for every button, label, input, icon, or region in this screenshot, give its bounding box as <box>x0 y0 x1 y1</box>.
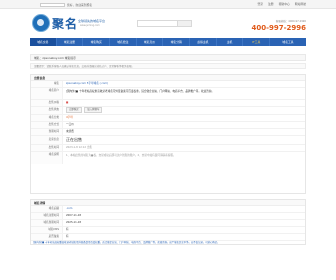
row-label: 域名 <box>31 81 63 87</box>
notes-value: 1、本站出售的域名为■权，交易成功后即可过户到您的账户。2、交易中如有疑问请联系… <box>66 154 176 157</box>
domain-search-input[interactable] <box>137 20 178 27</box>
row-label: 域名注册时间 <box>31 213 63 219</box>
sale-info-section: 出售信息 域名 zpsoneboy.com 5字母域名 (.com) 域名简介 … <box>30 74 306 194</box>
nav-item-it-tools[interactable]: IT工具 <box>243 38 271 46</box>
brand-slogan-sub: www.juming.com <box>80 24 100 27</box>
logo-icon[interactable] <box>32 14 50 32</box>
nav-item-domain-trade[interactable]: 域名交易 <box>30 38 57 46</box>
sale-row-seller: 卖家信息 正在出售 <box>31 136 305 145</box>
sale-row-time: 出售时间 2023-1-8 12:12 出售 <box>31 145 305 152</box>
seller-value: 正在出售 <box>66 137 82 142</box>
top-bar: 您好，欢迎来到聚名 登录 注册 帮助中心 网站导航 <box>0 0 336 9</box>
suffix-value: .com <box>66 207 73 210</box>
sale-time-value: 2023-1-8 12:12 出售 <box>66 146 93 149</box>
nav-item-domain-reseller[interactable]: 域名分销 <box>163 38 191 46</box>
row-label: 域名分类 <box>31 115 63 121</box>
row-label: 出售方式 <box>31 122 63 128</box>
sale-row-status: 出售状态 立即购买 加入购物车 <box>31 107 305 115</box>
row-label: 域名后缀 <box>31 206 63 212</box>
notice-bar: 温馨提示：请联系客服人员确认域名信息，交易前请确认域名过户、正常解析等相关权限。 <box>30 63 306 69</box>
add-to-cart-button[interactable]: 加入购物车 <box>84 107 103 113</box>
row-label: 卖家信息 <box>31 136 63 144</box>
buy-now-button[interactable]: 立即购买 <box>66 107 82 113</box>
sale-row-domain: 域名 zpsoneboy.com 5字母域名 (.com) <box>31 81 305 88</box>
search-button[interactable] <box>178 20 192 27</box>
nav-item-domain-snap[interactable]: 域名抢注 <box>110 38 137 46</box>
top-bar-left: 您好，欢迎来到聚名 <box>40 2 92 7</box>
detail-row-regdate: 域名注册时间 2007-11-18 <box>31 213 305 220</box>
row-label: 到期时间 <box>31 129 63 135</box>
main-nav: 域名交易 域名注册 域名购买 域名抢注 域名竞价 域名分销 虚拟主机 主机 IT… <box>30 38 306 46</box>
nav-item-domain-buy[interactable]: 域名购买 <box>83 38 111 46</box>
row-label: 域名DNS <box>31 227 63 233</box>
top-link-login[interactable]: 登录 <box>257 2 263 6</box>
row-label: 出售状态 <box>31 107 63 114</box>
sale-row-price: 出售价格 ■ <box>31 100 305 107</box>
top-link-help[interactable]: 帮助中心 <box>279 2 290 6</box>
domain-description: [国内外]■ 十年老站高权重高收录老域名带外链备案带百度权重，适合做企业站、门户… <box>33 241 220 244</box>
regdate-value: 2007-11-18 <box>66 214 82 217</box>
domain-name-value[interactable]: zpsoneboy.com 5字母域名 (.com) <box>63 81 305 87</box>
expdate-value: 2025-11-18 <box>66 221 82 224</box>
nav-item-host[interactable]: 主机 <box>217 38 244 46</box>
sale-row-expire: 到期时间 未续费 <box>31 129 305 136</box>
contact-phone: 400-997-2996 <box>251 24 306 32</box>
sale-method-value: 一口价 <box>66 123 74 126</box>
detail-row-suffix: 域名后缀 .com <box>31 206 305 213</box>
row-label: 域名说明 <box>31 152 63 164</box>
sale-row-category: 域名分类 4字母 <box>31 115 305 122</box>
row-label: 域名到期时间 <box>31 220 63 226</box>
category-value: 4字母 <box>66 116 73 119</box>
row-label: 域名简介 <box>31 88 63 99</box>
breadcrumb: 域名：zpsoneboy.com 域名提示 <box>30 54 306 61</box>
nav-item-domain-register[interactable]: 域名注册 <box>57 38 84 46</box>
row-label: 出售时间 <box>31 145 63 151</box>
contact-label: 客服热线：4000-97-2996 <box>275 20 306 23</box>
top-link-sitemap[interactable]: 网站导航 <box>295 2 306 6</box>
detail-row-expdate: 域名到期时间 2025-11-18 <box>31 220 305 227</box>
sale-row-intro: 域名简介 [国内外]■ 十年老站高权重高收录老域名带外链备案带百度权重，适合做企… <box>31 88 305 100</box>
brand-slogan: 全球领先的域名平台 <box>78 19 106 23</box>
top-search-input[interactable] <box>40 2 65 7</box>
sale-row-notes: 域名说明 1、本站出售的域名为■权，交易成功后即可过户到您的账户。2、交易中如有… <box>31 152 305 164</box>
row-label: 出售价格 <box>31 100 63 106</box>
detail-row-dns: 域名DNS 有 <box>31 227 305 234</box>
header-search <box>137 20 192 27</box>
top-link-welcome: 您好，欢迎来到聚名 <box>67 2 93 7</box>
dns-value: 有 <box>66 228 69 231</box>
status-actions: 立即购买 加入购物车 <box>63 107 305 114</box>
top-link-register[interactable]: 注册 <box>268 2 274 6</box>
nav-item-domain-tools[interactable]: 域名工具 <box>270 38 306 46</box>
contact-info: 客服热线：4000-97-2996 400-997-2996 <box>251 19 306 32</box>
brand-name[interactable]: 聚名 <box>52 15 78 32</box>
price-value: ■ <box>66 101 69 104</box>
nav-item-vhost[interactable]: 虚拟主机 <box>190 38 217 46</box>
sale-row-method: 出售方式 一口价 <box>31 122 305 129</box>
nav-item-domain-auction[interactable]: 域名竞价 <box>137 38 164 46</box>
top-bar-links: 登录 注册 帮助中心 网站导航 <box>257 2 306 6</box>
expire-value: 未续费 <box>66 130 74 133</box>
domain-intro-value: [国内外]■ 十年老站高权重高收录老域名带外链备案带百度权重，适合做企业站、门户… <box>66 90 214 93</box>
site-header: 聚名 全球领先的域名平台 www.juming.com 客服热线：4000-97… <box>0 9 336 36</box>
